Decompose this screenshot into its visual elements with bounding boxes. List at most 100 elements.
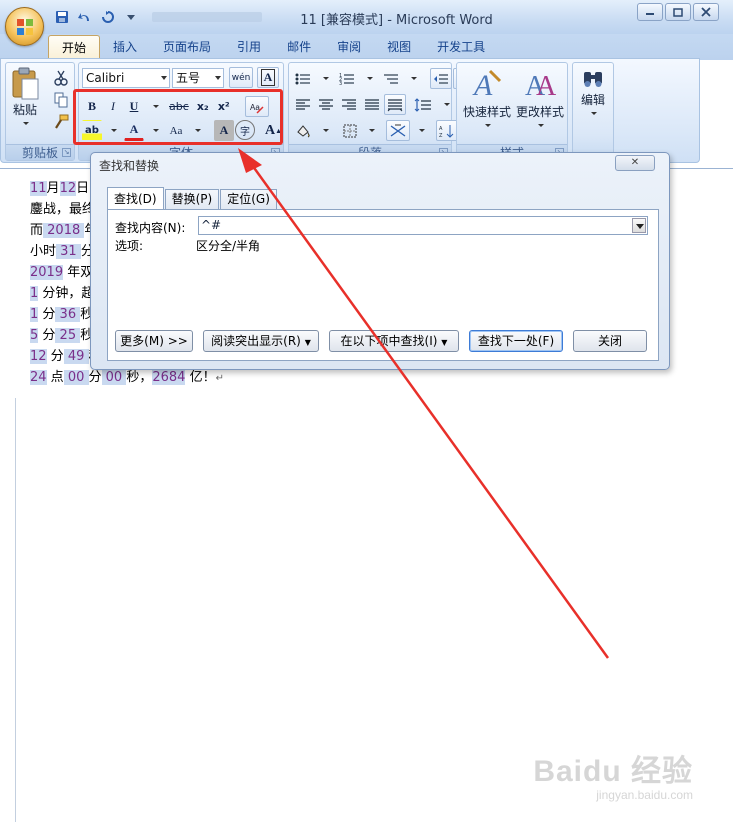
decrease-indent-icon[interactable] bbox=[430, 68, 452, 89]
font-name-combo[interactable]: Calibri bbox=[82, 68, 170, 88]
tab-references[interactable]: 引用 bbox=[224, 35, 274, 59]
document-line[interactable]: 2019 年双 bbox=[30, 263, 93, 283]
minimize-button[interactable] bbox=[637, 3, 663, 21]
tab-mailings[interactable]: 邮件 bbox=[274, 35, 324, 59]
tab-view[interactable]: 视图 bbox=[374, 35, 424, 59]
clipboard-launcher-icon[interactable]: ↘ bbox=[62, 148, 71, 157]
change-styles-dropdown-icon bbox=[538, 124, 544, 127]
cut-icon[interactable] bbox=[51, 68, 71, 88]
chinese-layout-dropdown-icon[interactable] bbox=[411, 120, 431, 141]
quick-styles-button[interactable]: A 快速样式 bbox=[460, 67, 514, 127]
document-line[interactable]: 5 分 25 秒 bbox=[30, 326, 93, 346]
document-text: 分 bbox=[38, 328, 56, 343]
align-right-icon[interactable] bbox=[338, 94, 360, 115]
tab-developer[interactable]: 开发工具 bbox=[424, 35, 498, 59]
justify-icon[interactable] bbox=[361, 94, 383, 115]
tab-find[interactable]: 查找(D) bbox=[107, 187, 164, 209]
document-text: 亿！ bbox=[185, 370, 216, 385]
numbering-icon[interactable]: 123 bbox=[336, 68, 358, 89]
styles-group: A 快速样式 A A 更改样式 样式 ↘ bbox=[456, 62, 568, 161]
quick-styles-label: 快速样式 bbox=[462, 105, 511, 119]
document-text: 秒， bbox=[126, 370, 153, 385]
document-line[interactable]: 小时 31 分 bbox=[30, 242, 94, 262]
baidu-watermark: Baidu 经验 jingyan.baidu.com bbox=[533, 746, 693, 802]
paragraph-row-2 bbox=[292, 94, 456, 115]
tab-replace[interactable]: 替换(P) bbox=[164, 189, 220, 209]
highlighted-number: 2684 bbox=[152, 370, 186, 385]
paste-label: 粘贴 bbox=[12, 103, 37, 117]
copy-icon[interactable] bbox=[51, 90, 71, 110]
office-button[interactable] bbox=[5, 7, 44, 46]
reading-highlight-label: 阅读突出显示(R) bbox=[211, 334, 301, 348]
format-painter-icon[interactable] bbox=[51, 112, 71, 132]
distributed-icon[interactable] bbox=[384, 94, 406, 115]
highlighted-number: 49 bbox=[63, 349, 89, 364]
document-line[interactable]: 1 分 36 秒 bbox=[30, 305, 93, 325]
paragraph-row-1: 123 bbox=[292, 68, 475, 89]
line-spacing-icon[interactable] bbox=[411, 94, 435, 115]
highlighted-number: 24 bbox=[30, 370, 47, 385]
shading-icon[interactable] bbox=[292, 120, 314, 141]
find-what-input[interactable]: ^# bbox=[198, 216, 648, 235]
font-size-combo[interactable]: 五号 bbox=[172, 68, 224, 88]
reading-highlight-button[interactable]: 阅读突出显示(R) ▼ bbox=[203, 330, 319, 352]
tab-goto[interactable]: 定位(G) bbox=[220, 189, 277, 209]
window-title: 11 [兼容模式] - Microsoft Word bbox=[300, 13, 493, 28]
document-line[interactable]: 而 2018 年 bbox=[30, 221, 97, 241]
multilevel-list-icon[interactable] bbox=[380, 68, 402, 89]
find-replace-dialog: 查找和替换 ✕ 查找(D) 替换(P) 定位(G) 查找内容(N): ^# 选项… bbox=[90, 152, 670, 370]
svg-text:A: A bbox=[536, 71, 557, 102]
tab-review[interactable]: 审阅 bbox=[324, 35, 374, 59]
tab-home[interactable]: 开始 bbox=[48, 35, 101, 59]
editing-button[interactable]: 编辑 bbox=[575, 69, 611, 115]
highlighted-number: 00 bbox=[101, 370, 127, 385]
svg-text:Z: Z bbox=[439, 133, 443, 138]
document-text: 分 bbox=[88, 370, 102, 385]
paste-dropdown-icon bbox=[23, 122, 29, 125]
quick-styles-dropdown-icon bbox=[485, 124, 491, 127]
change-styles-button[interactable]: A A 更改样式 bbox=[513, 67, 567, 127]
document-text: 分钟，超 bbox=[38, 286, 95, 301]
align-center-icon[interactable] bbox=[315, 94, 337, 115]
find-next-button[interactable]: 查找下一处(F) bbox=[469, 330, 563, 352]
close-dialog-button[interactable]: 关闭 bbox=[573, 330, 647, 352]
align-left-icon[interactable] bbox=[292, 94, 314, 115]
bullets-dropdown-icon[interactable] bbox=[315, 68, 335, 89]
numbering-dropdown-icon[interactable] bbox=[359, 68, 379, 89]
borders-icon[interactable] bbox=[340, 120, 360, 141]
change-styles-label: 更改样式 bbox=[515, 105, 564, 119]
dialog-help-close-button[interactable]: ✕ bbox=[615, 155, 655, 171]
highlighted-number: 00 bbox=[63, 370, 89, 385]
borders-dropdown-icon[interactable] bbox=[361, 120, 381, 141]
document-line[interactable]: 1 分钟，超 bbox=[30, 284, 94, 304]
phonetic-guide-button[interactable]: wén bbox=[229, 67, 253, 88]
find-history-dropdown-icon[interactable] bbox=[632, 218, 646, 233]
find-in-button[interactable]: 在以下项中查找(I) ▼ bbox=[329, 330, 459, 352]
window-controls bbox=[637, 3, 719, 21]
tab-insert[interactable]: 插入 bbox=[100, 35, 150, 59]
dialog-title: 查找和替换 bbox=[99, 159, 160, 173]
char-border-button[interactable]: A bbox=[257, 67, 279, 88]
options-label: 选项: bbox=[115, 239, 144, 253]
shading-dropdown-icon[interactable] bbox=[315, 120, 335, 141]
watermark-url: jingyan.baidu.com bbox=[596, 788, 693, 802]
font-size-value: 五号 bbox=[176, 71, 201, 85]
more-button[interactable]: 更多(M) >> bbox=[115, 330, 193, 352]
tab-page-layout[interactable]: 页面布局 bbox=[150, 35, 224, 59]
line-spacing-dropdown-icon[interactable] bbox=[436, 94, 456, 115]
office-logo-icon bbox=[17, 19, 33, 35]
document-line[interactable]: 11月12日 bbox=[30, 179, 89, 199]
chinese-layout-icon[interactable] bbox=[386, 120, 410, 141]
maximize-button[interactable] bbox=[665, 3, 691, 21]
close-button[interactable] bbox=[693, 3, 719, 21]
bullets-icon[interactable] bbox=[292, 68, 314, 89]
svg-text:A: A bbox=[439, 126, 443, 132]
document-text: 日 bbox=[76, 181, 90, 196]
page-margin-line bbox=[15, 398, 16, 822]
document-line[interactable]: 鏖战，最终 bbox=[30, 200, 95, 220]
sort-icon[interactable]: AZ bbox=[436, 120, 458, 141]
multilevel-dropdown-icon[interactable] bbox=[403, 68, 423, 89]
document-text: 而 bbox=[30, 223, 44, 238]
document-line[interactable]: 24 点 00 分 00 秒，2684 亿！↵ bbox=[30, 368, 224, 388]
paste-button[interactable]: 粘贴 bbox=[10, 67, 40, 125]
